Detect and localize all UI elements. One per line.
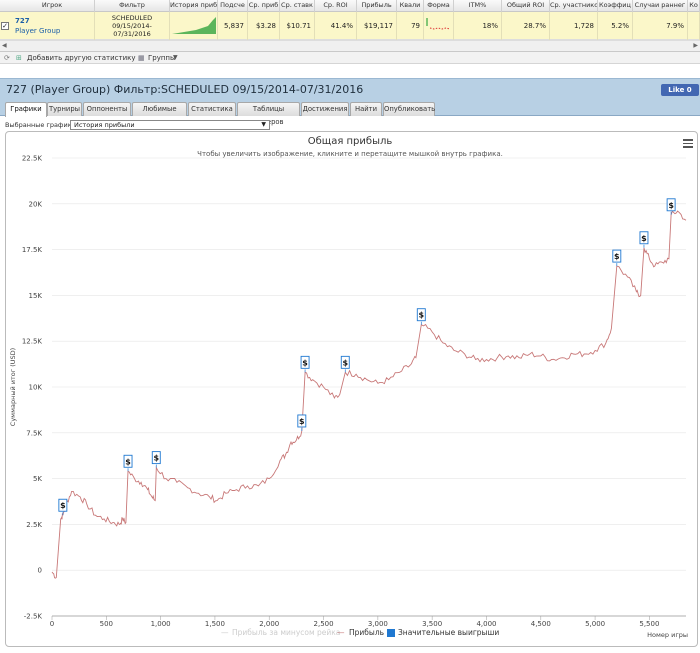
x-tick-label: 0 bbox=[50, 620, 54, 628]
legend-item-profit[interactable]: Прибыль bbox=[349, 628, 384, 638]
y-tick-label: 5K bbox=[33, 475, 42, 483]
series-profit-line bbox=[51, 210, 687, 579]
big-wins-markers: $ $ $ $ $ $ $ $ $ $ bbox=[58, 198, 676, 516]
y-tick-label: 2.5K bbox=[26, 521, 42, 529]
legend-item-big-wins[interactable]: Значительные выигрыши bbox=[398, 628, 499, 638]
x-tick-label: 2,500 bbox=[314, 620, 334, 628]
y-tick-label: 17.5K bbox=[22, 246, 43, 254]
legend-profit-line-icon[interactable]: — bbox=[337, 628, 345, 638]
legend-big-wins-icon[interactable] bbox=[387, 629, 395, 637]
x-tick-label: 1,500 bbox=[205, 620, 225, 628]
big-win-marker-label: $ bbox=[153, 454, 159, 463]
y-tick-label: 15K bbox=[29, 292, 43, 300]
x-tick-label: 4,500 bbox=[531, 620, 551, 628]
big-win-marker-label: $ bbox=[125, 457, 131, 466]
chart-legend: — Прибыль за минусом рейка — Прибыль Зна… bbox=[0, 628, 700, 640]
x-tick-label: 5,500 bbox=[639, 620, 659, 628]
y-tick-label: 12.5K bbox=[22, 338, 43, 346]
legend-item-net-profit[interactable]: Прибыль за минусом рейка bbox=[232, 628, 340, 638]
chart-gridlines bbox=[52, 157, 686, 617]
y-axis-label: Суммарный итог (USD) bbox=[9, 348, 17, 426]
big-win-marker-label: $ bbox=[299, 417, 305, 426]
x-tick-label: 500 bbox=[100, 620, 113, 628]
x-tick-label: 3,000 bbox=[368, 620, 388, 628]
x-tick-label: 5,000 bbox=[585, 620, 605, 628]
big-win-marker-label: $ bbox=[614, 252, 620, 261]
y-tick-label: 22.5K bbox=[22, 155, 43, 163]
y-axis-ticks: -2.5K 0 2.5K 5K 7.5K 10K 12.5K 15K 17.5K 20K 22.5K bbox=[22, 155, 43, 621]
y-tick-label: 10K bbox=[29, 384, 43, 392]
y-tick-label: -2.5K bbox=[24, 613, 43, 621]
x-tick-label: 4,000 bbox=[476, 620, 496, 628]
y-tick-label: 0 bbox=[38, 567, 42, 575]
x-axis-ticks: 0 500 1,000 1,500 2,000 2,500 3,000 3,500 4,000 4… bbox=[50, 615, 686, 628]
y-tick-label: 7.5K bbox=[26, 429, 42, 437]
y-tick-label: 20K bbox=[29, 200, 43, 208]
big-win-marker-label: $ bbox=[641, 234, 647, 243]
profit-chart[interactable]: -2.5K 0 2.5K 5K 7.5K 10K 12.5K 15K 17.5K 20K 22.5K… bbox=[0, 0, 700, 653]
big-win-marker-label: $ bbox=[342, 358, 348, 367]
big-win-marker-label: $ bbox=[60, 501, 66, 510]
big-win-marker-label: $ bbox=[419, 311, 425, 320]
big-win-marker-label: $ bbox=[668, 201, 674, 210]
x-tick-label: 2,000 bbox=[259, 620, 279, 628]
x-tick-label: 1,000 bbox=[151, 620, 171, 628]
legend-net-line-icon[interactable]: — bbox=[221, 628, 229, 638]
big-win-marker-label: $ bbox=[302, 358, 308, 367]
x-tick-label: 3,500 bbox=[422, 620, 442, 628]
